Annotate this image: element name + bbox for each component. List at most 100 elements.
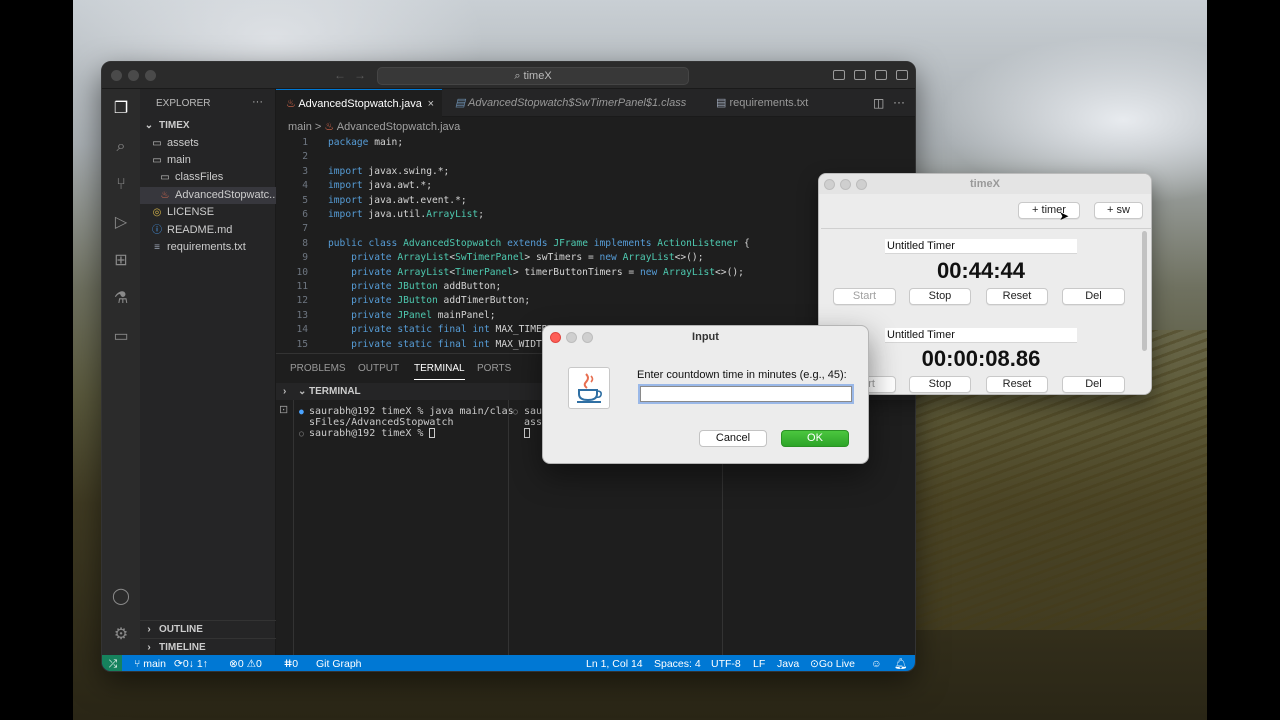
terminal-line: saurabh@192 timeX % <box>309 428 514 439</box>
tab-output[interactable]: OUTPUT <box>358 363 399 374</box>
delete-button[interactable]: Del <box>1062 376 1125 393</box>
tab-requirements-txt[interactable]: ▤ requirements.txt <box>706 89 826 117</box>
window-zoom-button[interactable] <box>582 332 593 343</box>
tree-item-requirements[interactable]: ≡ requirements.txt <box>140 239 276 256</box>
reset-button[interactable]: Reset <box>986 288 1048 305</box>
java-file-icon: ♨ <box>160 190 170 201</box>
run-debug-icon[interactable]: ▷ <box>111 213 131 233</box>
more-actions-icon[interactable]: ··· <box>893 95 905 109</box>
back-arrow-icon[interactable]: ← <box>334 68 346 82</box>
start-button[interactable]: Start <box>833 288 896 305</box>
tab-swtimerpanel-class[interactable]: ▤ AdvancedStopwatch$SwTimerPanel$1.class <box>445 89 701 117</box>
ports-indicator[interactable]: ⵌ0 <box>284 655 298 671</box>
tab-advancedstopwatch-java[interactable]: ♨ AdvancedStopwatch.java × <box>276 89 442 117</box>
terminal-status-dot-icon: ● <box>299 407 304 416</box>
dialog-message: Enter countdown time in minutes (e.g., 4… <box>637 369 847 381</box>
accounts-icon[interactable]: ◯ <box>111 587 131 607</box>
outline-section[interactable]: › OUTLINE <box>140 620 276 637</box>
end-of-line[interactable]: LF <box>753 655 765 671</box>
testing-flask-icon[interactable]: ⚗ <box>111 289 131 309</box>
sync-indicator[interactable]: ⟳0↓ 1↑ <box>174 655 208 671</box>
tree-item-label: README.md <box>167 224 233 236</box>
chevron-down-icon[interactable]: ⌄ <box>298 383 306 400</box>
remote-explorer-icon[interactable]: ▭ <box>111 327 131 347</box>
branch-icon: ⑂ <box>134 658 144 670</box>
timeline-section[interactable]: › TIMELINE <box>140 638 276 655</box>
tree-item-advancedstopwatch[interactable]: ♨ AdvancedStopwatc... <box>140 187 276 204</box>
window-close-button[interactable] <box>824 179 835 190</box>
toggle-secondary-sidebar-icon[interactable] <box>875 70 887 80</box>
indentation[interactable]: Spaces: 4 <box>654 655 701 671</box>
project-folder-row[interactable]: ⌄ TIMEX <box>140 117 276 134</box>
explorer-icon[interactable]: ❐ <box>111 99 131 119</box>
command-center[interactable]: ⌕ timeX <box>377 67 689 85</box>
settings-gear-icon[interactable]: ⚙ <box>111 625 131 645</box>
git-graph-button[interactable]: Git Graph <box>316 655 362 671</box>
outline-label: OUTLINE <box>159 624 203 635</box>
add-timer-button[interactable]: + timer <box>1018 202 1080 219</box>
remote-indicator-icon[interactable]: ⤮ <box>102 655 122 671</box>
delete-button[interactable]: Del <box>1062 288 1125 305</box>
split-editor-icon[interactable]: ◫ <box>873 96 884 110</box>
breadcrumb-file[interactable]: AdvancedStopwatch.java <box>337 121 461 133</box>
tab-label: AdvancedStopwatch$SwTimerPanel$1.class <box>468 97 687 109</box>
tree-item-assets[interactable]: ▭ assets <box>140 135 276 152</box>
language-mode[interactable]: Java <box>777 655 799 671</box>
timers-scroll-pane[interactable]: Untitled Timer 00:44:44 Start Stop Reset… <box>821 228 1151 394</box>
ok-button[interactable]: OK <box>781 430 849 447</box>
tab-ports[interactable]: PORTS <box>477 363 511 374</box>
window-close-button[interactable] <box>550 332 561 343</box>
tab-problems[interactable]: PROBLEMS <box>290 363 346 374</box>
problems-indicator[interactable]: ⊗0 ⚠0 <box>229 655 262 671</box>
countdown-minutes-input[interactable] <box>638 384 854 404</box>
tree-item-license[interactable]: ◎ LICENSE <box>140 204 276 221</box>
extensions-icon[interactable]: ⊞ <box>111 251 131 271</box>
line-number: 14 <box>296 324 308 336</box>
encoding[interactable]: UTF-8 <box>711 655 741 671</box>
tree-item-classfiles[interactable]: ▭ classFiles <box>140 169 276 186</box>
cancel-button[interactable]: Cancel <box>699 430 767 447</box>
window-zoom-button[interactable] <box>145 70 156 81</box>
source-control-icon[interactable]: ⑂ <box>111 175 131 195</box>
terminal-right-output[interactable]: sau ass <box>524 406 542 439</box>
cursor-position[interactable]: Ln 1, Col 14 <box>586 655 643 671</box>
line-number: 13 <box>296 309 308 321</box>
window-close-button[interactable] <box>111 70 122 81</box>
chevron-down-icon: ⌄ <box>144 120 154 131</box>
tree-item-main[interactable]: ▭ main <box>140 152 276 169</box>
forward-arrow-icon[interactable]: → <box>354 68 366 82</box>
branch-indicator[interactable]: ⑂ main <box>134 655 166 671</box>
toggle-sidebar-icon[interactable] <box>833 70 845 80</box>
timex-title: timeX <box>970 178 1000 190</box>
customize-layout-icon[interactable] <box>896 70 908 80</box>
window-minimize-button[interactable] <box>840 179 851 190</box>
breadcrumb-folder[interactable]: main <box>288 121 312 133</box>
folder-icon: ▭ <box>160 172 170 183</box>
tab-terminal[interactable]: TERMINAL <box>414 363 465 380</box>
window-minimize-button[interactable] <box>566 332 577 343</box>
search-icon[interactable]: ⌕ <box>111 137 131 157</box>
timer-name-field[interactable]: Untitled Timer <box>885 328 1077 343</box>
tree-item-label: LICENSE <box>167 206 215 218</box>
add-stopwatch-button[interactable]: + sw <box>1094 202 1143 219</box>
go-live-button[interactable]: ⊙Go Live <box>810 655 855 671</box>
class-file-icon: ▤ <box>455 97 469 109</box>
copilot-icon[interactable]: ☺ <box>871 655 882 671</box>
terminal-left-output[interactable]: saurabh@192 timeX % java main/clas sFiles… <box>309 406 514 439</box>
timer-name-field[interactable]: Untitled Timer <box>885 239 1077 254</box>
stop-button[interactable]: Stop <box>909 376 971 393</box>
notifications-bell-icon[interactable]: 🔔︎ <box>894 655 907 671</box>
more-actions-icon[interactable]: ··· <box>252 96 263 108</box>
window-zoom-button[interactable] <box>856 179 867 190</box>
stop-button[interactable]: Stop <box>909 288 971 305</box>
toggle-panel-icon[interactable] <box>854 70 866 80</box>
tree-item-readme[interactable]: ⓘ README.md <box>140 222 276 239</box>
reset-button[interactable]: Reset <box>986 376 1048 393</box>
tab-label: requirements.txt <box>729 97 809 109</box>
vertical-scrollbar[interactable] <box>1142 231 1147 351</box>
line-number: 2 <box>302 151 308 163</box>
window-minimize-button[interactable] <box>128 70 139 81</box>
terminal-layout-icon[interactable]: ⊡ <box>279 403 288 416</box>
chevron-right-icon[interactable]: › <box>283 383 286 400</box>
close-tab-icon[interactable]: × <box>428 90 434 118</box>
